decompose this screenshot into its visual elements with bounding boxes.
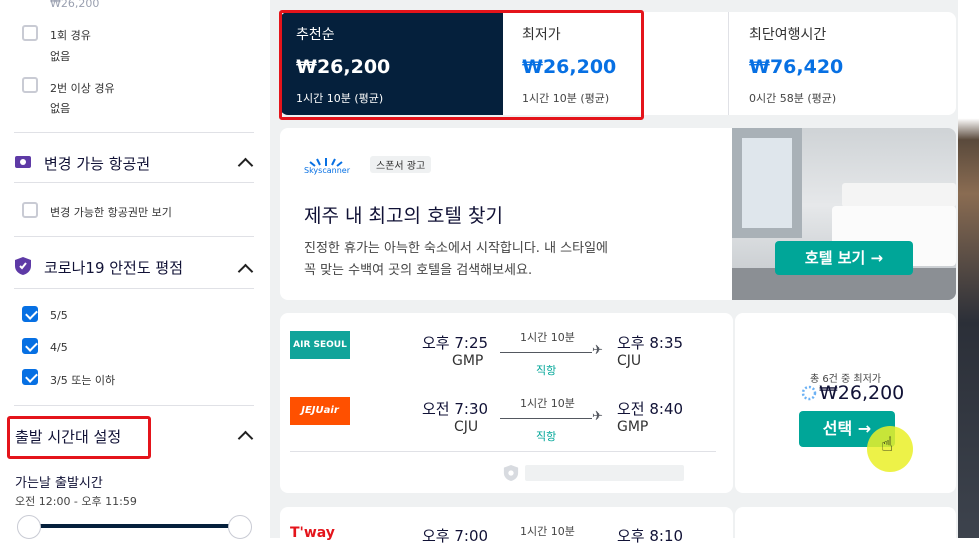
arr-time: 오전 8:40: [617, 400, 684, 418]
chevron-up-icon[interactable]: [237, 430, 254, 447]
outbound-label: 가는날 출발시간: [15, 476, 103, 491]
dep-time: 오전 7:30: [422, 400, 489, 418]
plane-icon: ✈: [592, 343, 603, 358]
arr-airport: GMP: [617, 419, 649, 435]
covid-5-checkbox[interactable]: [22, 306, 38, 322]
window-shape: [742, 138, 792, 228]
shield-icon: [14, 256, 32, 280]
result-price: ₩26,200: [819, 382, 905, 404]
side-image-strip: [958, 0, 979, 538]
dep-time: 오후 7:00: [422, 527, 489, 545]
divider: [14, 405, 254, 406]
price-panel-2: [735, 507, 956, 547]
covid-3-label: 3/5 또는 이하: [50, 374, 116, 387]
loading-placeholder: [525, 465, 684, 481]
flight-result-card-2[interactable]: T'way 오후 7:00 1시간 10분 오후 8:10: [280, 507, 733, 547]
tab-title: 최단여행시간: [749, 27, 827, 43]
stop-1-checkbox[interactable]: [22, 25, 38, 41]
divider: [14, 236, 254, 237]
chevron-up-icon[interactable]: [237, 157, 254, 174]
airline-logo-jejuair: JEJUair: [290, 397, 350, 425]
duration: 1시간 10분: [520, 525, 575, 538]
headboard-shape: [842, 183, 956, 207]
filter-sidebar: ₩26,200 1회 경유 없음 2번 이상 경유 없음 변경 가능 항공권 변…: [0, 0, 270, 539]
tab-fastest[interactable]: 최단여행시간 ₩76,420 0시간 58분 (평균): [729, 12, 956, 115]
stop-1-sub: 없음: [50, 50, 71, 63]
route-line: [500, 352, 592, 353]
sponsor-badge: 스폰서 광고: [370, 156, 432, 173]
duration: 1시간 10분: [520, 397, 575, 410]
divider: [14, 288, 254, 289]
stop-2-checkbox[interactable]: [22, 77, 38, 93]
changeable-section-title: 변경 가능 항공권: [44, 155, 151, 173]
arr-time: 오후 8:10: [617, 527, 684, 545]
covid-4-label: 4/5: [50, 341, 68, 354]
time-slider-track[interactable]: [30, 524, 240, 528]
covid-section-title: 코로나19 안전도 평점: [44, 259, 184, 277]
covid-4-checkbox[interactable]: [22, 338, 38, 354]
skyscanner-logo: Skyscanner: [304, 153, 350, 179]
airline-logo-tway: T'way: [290, 525, 335, 541]
dep-time: 오후 7:25: [422, 334, 489, 352]
dep-airport: GMP: [452, 353, 484, 369]
stops-label: 직항: [536, 364, 557, 377]
covid-5-label: 5/5: [50, 309, 68, 322]
covid-3-checkbox[interactable]: [22, 369, 38, 385]
hand-cursor-icon: ☝: [881, 432, 894, 456]
arr-airport: CJU: [617, 353, 642, 369]
chevron-up-icon[interactable]: [237, 263, 254, 280]
direct-price: ₩26,200: [50, 0, 100, 10]
divider: [14, 182, 254, 183]
divider: [290, 451, 716, 452]
slider-end-handle[interactable]: [228, 515, 252, 539]
stop-2-label: 2번 이상 경유: [50, 82, 115, 95]
ad-desc-line2: 꼭 맞는 수백여 곳의 호텔을 검색해보세요.: [304, 263, 533, 278]
loading-spinner-icon: [801, 385, 817, 405]
stop-2-sub: 없음: [50, 102, 71, 115]
shield-icon: [503, 464, 519, 486]
changeable-only-checkbox[interactable]: [22, 202, 38, 218]
ad-title: 제주 내 최고의 호텔 찾기: [304, 205, 503, 227]
stops-label: 직항: [536, 430, 557, 443]
flight-result-card[interactable]: AIR SEOUL 오후 7:25 GMP 1시간 10분 ✈ 직항 오후 8:…: [280, 313, 733, 493]
divider: [14, 132, 254, 133]
brand-name: Skyscanner: [304, 166, 350, 175]
changeable-only-label: 변경 가능한 항공권만 보기: [50, 206, 172, 219]
ad-desc-line1: 진정한 휴가는 아늑한 숙소에서 시작합니다. 내 스타일에: [304, 241, 609, 256]
airline-logo-airseoul: AIR SEOUL: [290, 331, 350, 359]
duration: 1시간 10분: [520, 331, 575, 344]
stop-1-label: 1회 경유: [50, 29, 91, 42]
dep-airport: CJU: [454, 419, 479, 435]
slider-start-handle[interactable]: [17, 515, 41, 539]
arr-time: 오후 8:35: [617, 334, 684, 352]
tab-price: ₩76,420: [749, 56, 844, 78]
tab-sub: 0시간 58분 (평균): [749, 92, 837, 105]
hotel-ad-card[interactable]: Skyscanner 스폰서 광고 제주 내 최고의 호텔 찾기 진정한 휴가는…: [280, 128, 956, 300]
departure-section-title: 출발 시간대 설정: [15, 428, 122, 446]
price-panel: 총 6건 중 최저가 ₩26,200 선택 → ☝: [735, 313, 956, 493]
highlight-box: [279, 10, 644, 120]
route-line: [500, 418, 592, 419]
ticket-icon: [14, 154, 32, 174]
view-hotels-button[interactable]: 호텔 보기 →: [775, 241, 913, 275]
outbound-range: 오전 12:00 - 오후 11:59: [15, 495, 137, 508]
plane-icon: ✈: [592, 409, 603, 424]
